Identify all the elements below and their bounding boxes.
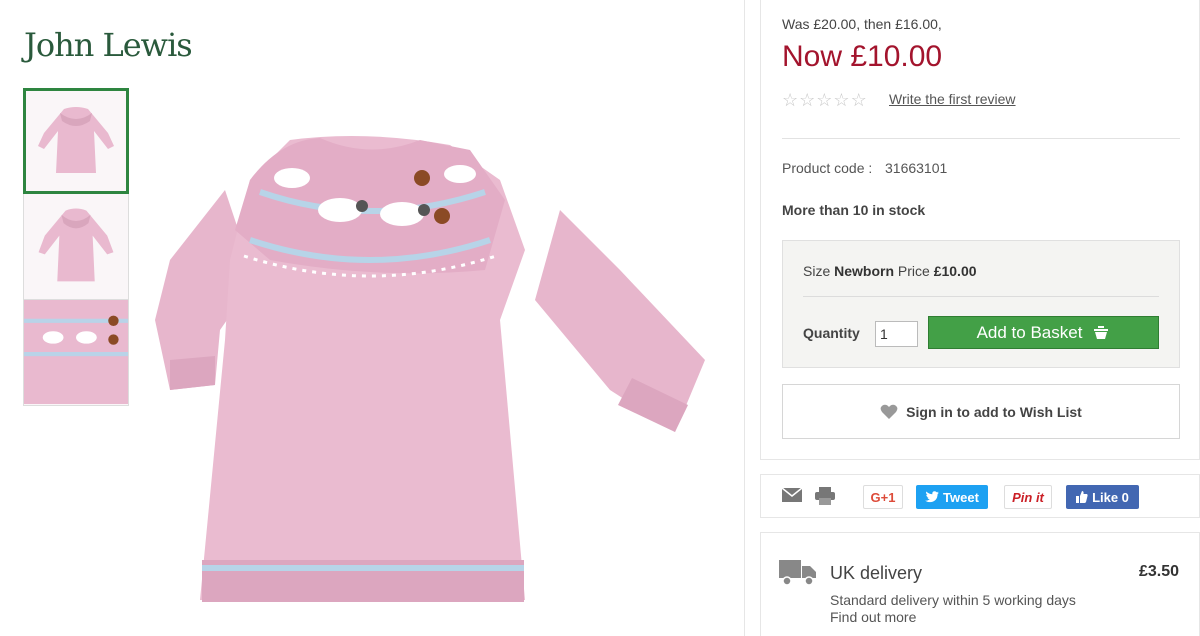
- find-out-more-link[interactable]: Find out more: [830, 609, 916, 625]
- product-code-label: Product code :: [782, 160, 873, 176]
- main-product-image[interactable]: [140, 120, 730, 620]
- buy-box-divider: [803, 296, 1159, 297]
- buy-box: Size Newborn Price £10.00 Quantity Add t…: [782, 240, 1180, 368]
- purchase-column: Was £20.00, then £16.00, Now £10.00 ☆☆☆☆…: [760, 0, 1200, 636]
- stock-status: More than 10 in stock: [782, 202, 926, 218]
- quantity-input[interactable]: [875, 321, 918, 347]
- wishlist-button[interactable]: Sign in to add to Wish List: [782, 384, 1180, 439]
- pink-knitted-dress-image: [155, 136, 705, 602]
- star-icon: ☆: [816, 90, 834, 110]
- pinterest-button[interactable]: Pin it: [1004, 485, 1052, 509]
- google-plus-button[interactable]: G+1: [863, 485, 903, 509]
- john-lewis-logo[interactable]: John Lewis: [24, 26, 193, 64]
- size-price-line: Size Newborn Price £10.00: [803, 263, 977, 279]
- product-code-value: 31663101: [885, 160, 948, 176]
- email-icon[interactable]: [782, 487, 802, 503]
- star-icon: ☆: [833, 90, 851, 110]
- print-icon[interactable]: [815, 487, 835, 505]
- tweet-label: Tweet: [943, 489, 979, 505]
- delivery-price: £3.50: [1138, 563, 1179, 580]
- wishlist-label: Sign in to add to Wish List: [906, 403, 1082, 420]
- dress-thumbnail-image: [38, 107, 114, 173]
- size-value: Newborn: [834, 263, 895, 279]
- basket-icon: [1094, 325, 1109, 339]
- rating-stars: ☆☆☆☆☆: [782, 90, 868, 111]
- delivery-truck-icon: [779, 560, 816, 586]
- add-to-basket-button[interactable]: Add to Basket: [928, 316, 1159, 349]
- dress-thumbnail-image: [38, 208, 114, 282]
- twitter-bird-icon: [925, 491, 940, 503]
- price-label: Price: [897, 263, 930, 279]
- facebook-like-button[interactable]: Like 0: [1066, 485, 1139, 509]
- delivery-panel: UK delivery £3.50 Standard delivery with…: [760, 532, 1200, 636]
- share-panel: G+1 Tweet Pin it Like 0: [760, 474, 1200, 518]
- thumbs-up-icon: [1076, 491, 1088, 503]
- add-to-basket-label: Add to Basket: [976, 322, 1083, 342]
- heart-icon: [880, 404, 898, 419]
- tweet-button[interactable]: Tweet: [916, 485, 988, 509]
- was-price-text: Was £20.00, then £16.00,: [782, 16, 942, 32]
- thumbnail-front[interactable]: [23, 88, 129, 194]
- price-value: £10.00: [933, 263, 977, 279]
- thumbnail-list: [23, 88, 129, 406]
- delivery-title: UK delivery: [830, 563, 923, 583]
- size-label: Size: [803, 263, 831, 279]
- thumbnail-detail[interactable]: [23, 300, 129, 406]
- yoke-detail-image: [24, 300, 128, 404]
- thumbnail-alt[interactable]: [23, 194, 129, 300]
- product-gallery: John Lewis: [0, 0, 745, 636]
- write-review-link[interactable]: Write the first review: [889, 91, 1016, 107]
- price-panel: Was £20.00, then £16.00, Now £10.00 ☆☆☆☆…: [760, 0, 1200, 460]
- delivery-description: Standard delivery within 5 working days: [830, 592, 1076, 608]
- quantity-label: Quantity: [803, 325, 860, 341]
- section-divider: [782, 138, 1180, 139]
- star-icon: ☆: [782, 90, 800, 110]
- star-icon: ☆: [799, 90, 817, 110]
- like-label: Like 0: [1092, 489, 1129, 505]
- now-price: Now £10.00: [782, 40, 943, 73]
- star-icon: ☆: [850, 90, 868, 110]
